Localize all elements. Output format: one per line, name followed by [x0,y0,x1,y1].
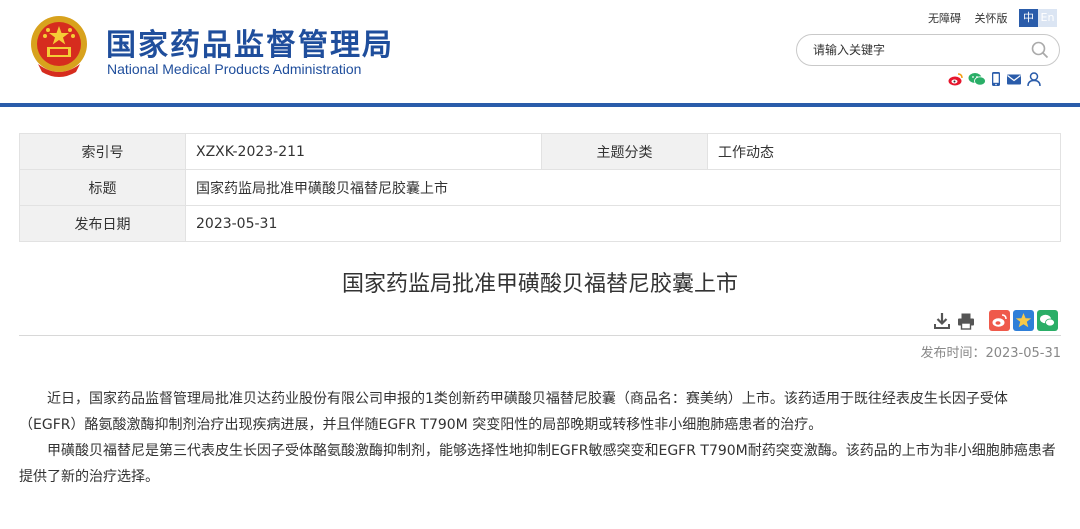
site-name-en: National Medical Products Administration [107,61,362,77]
index-label: 索引号 [19,133,186,170]
category-label: 主题分类 [541,133,708,170]
title-divider [19,335,1061,336]
info-row-date: 发布日期 2023-05-31 [19,205,1061,242]
print-icon[interactable] [957,312,975,330]
search-box [796,34,1060,66]
title-label: 标题 [19,169,186,206]
date-value: 2023-05-31 [185,205,1061,242]
lang-en-button[interactable]: En [1038,9,1057,27]
social-icons [948,71,1042,87]
download-icon[interactable] [933,312,951,330]
user-icon[interactable] [1026,71,1042,87]
title-value: 国家药监局批准甲磺酸贝福替尼胶囊上市 [185,169,1061,206]
article-paragraph: 近日，国家药品监督管理局批准贝达药业股份有限公司申报的1类创新药甲磺酸贝福替尼胶… [19,391,1008,433]
article-paragraph: 甲磺酸贝福替尼是第三代表皮生长因子受体酪氨酸激酶抑制剂，能够选择性地抑制EGFR… [19,443,1056,485]
info-table: 索引号 XZXK-2023-211 主题分类 工作动态 标题 国家药监局批准甲磺… [19,133,1061,242]
date-label: 发布日期 [19,205,186,242]
lang-cn-button[interactable]: 中 [1019,9,1038,27]
info-row-title: 标题 国家药监局批准甲磺酸贝福替尼胶囊上市 [19,169,1061,206]
article-body: 近日，国家药品监督管理局批准贝达药业股份有限公司申报的1类创新药甲磺酸贝福替尼胶… [19,386,1061,490]
share-weibo-icon[interactable] [989,310,1010,331]
search-icon[interactable] [1031,41,1049,59]
header-divider [0,103,1080,107]
publish-time: 发布时间：2023-05-31 [920,346,1061,361]
article-title: 国家药监局批准甲磺酸贝福替尼胶囊上市 [341,272,738,297]
language-switch: 中 En [1019,9,1057,27]
mail-icon[interactable] [1006,71,1022,87]
care-mode-link[interactable]: 关怀版 [975,12,1008,25]
category-value: 工作动态 [707,133,1061,170]
search-input[interactable] [813,41,1023,59]
share-wechat-icon[interactable] [1037,310,1058,331]
article-tools [933,310,1058,331]
info-row-index: 索引号 XZXK-2023-211 主题分类 工作动态 [19,133,1061,170]
national-emblem-icon [31,16,87,77]
wechat-icon[interactable] [968,71,986,87]
site-name-cn: 国家药品监督管理局 [106,28,394,63]
mobile-icon[interactable] [990,71,1002,87]
share-favorite-icon[interactable] [1013,310,1034,331]
weibo-icon[interactable] [948,71,964,87]
accessibility-link[interactable]: 无障碍 [928,12,961,25]
index-value: XZXK-2023-211 [185,133,542,170]
site-header: 国家药品监督管理局 National Medical Products Admi… [0,0,1080,104]
top-links: 无障碍 关怀版 [928,10,1018,26]
